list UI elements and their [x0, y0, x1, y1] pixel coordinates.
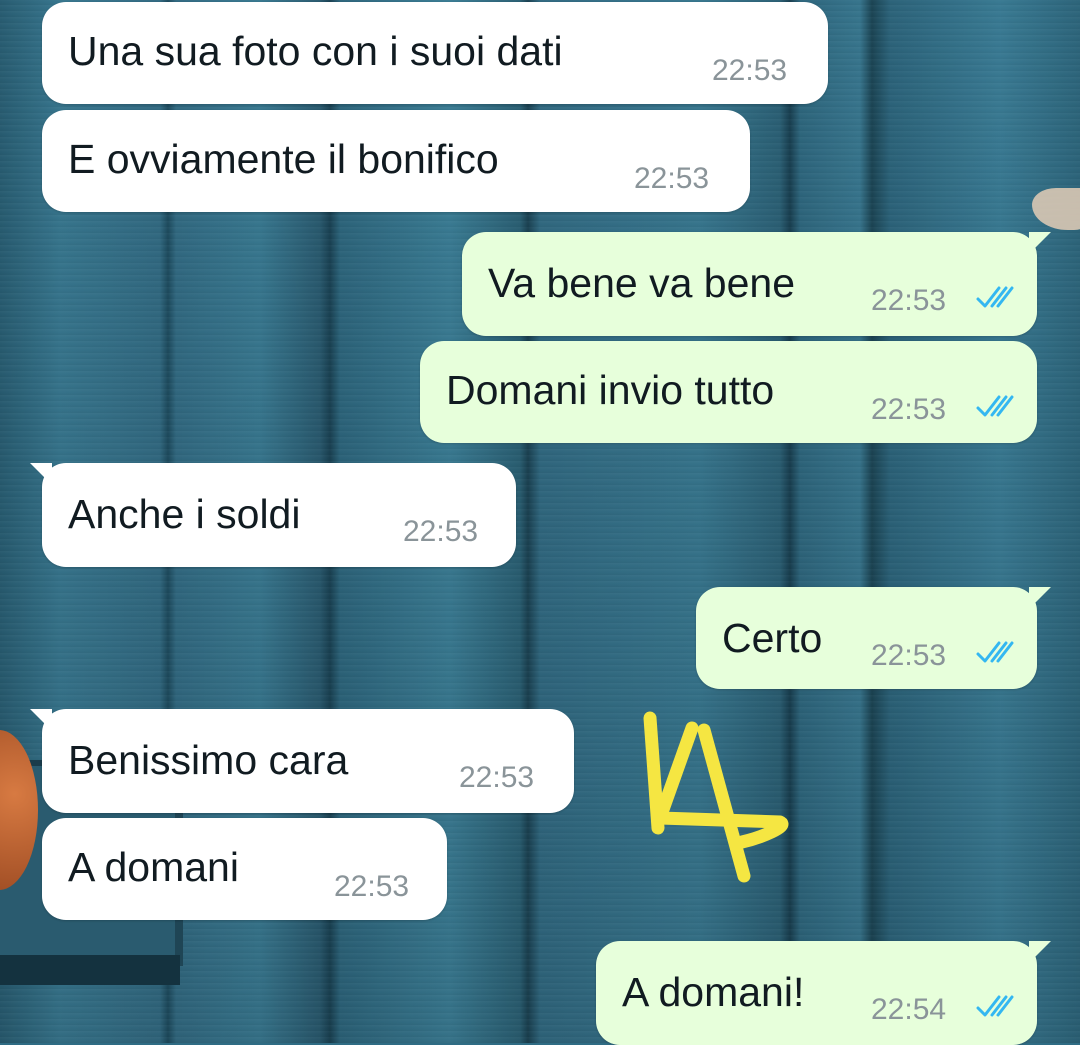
message-text: Certo [722, 615, 823, 661]
message-bubble-incoming[interactable]: E ovviamente il bonifico 22:53 [42, 110, 750, 212]
message-time: 22:53 [871, 393, 947, 426]
message-bubble-outgoing[interactable]: Va bene va bene 22:53 [462, 232, 1051, 336]
message-text: A domani! [622, 969, 805, 1015]
message-time: 22:53 [459, 761, 535, 794]
message-bubble-incoming[interactable]: A domani 22:53 [42, 818, 447, 920]
message-time: 22:54 [871, 993, 947, 1026]
message-bubble-outgoing[interactable]: Domani invio tutto 22:53 [420, 341, 1037, 443]
message-time: 22:53 [403, 515, 479, 548]
message-time: 22:53 [712, 54, 788, 87]
double-check-icon [976, 395, 1014, 417]
message-text: Anche i soldi [68, 491, 301, 537]
message-text: Domani invio tutto [446, 367, 775, 413]
message-text: E ovviamente il bonifico [68, 136, 499, 182]
double-check-icon [976, 995, 1014, 1017]
message-text: Benissimo cara [68, 737, 349, 783]
message-time: 22:53 [871, 284, 947, 317]
message-text: A domani [68, 844, 239, 890]
wallpaper-door-shadow [0, 955, 180, 985]
handwritten-annotation-14 [643, 711, 789, 883]
message-time: 22:53 [334, 870, 410, 903]
message-text: Una sua foto con i suoi dati [68, 28, 563, 74]
message-bubble-outgoing[interactable]: A domani! 22:54 [596, 941, 1051, 1045]
message-time: 22:53 [871, 639, 947, 672]
message-text: Va bene va bene [488, 260, 795, 306]
double-check-icon [976, 286, 1014, 308]
message-time: 22:53 [634, 162, 710, 195]
double-check-icon [976, 641, 1014, 663]
message-bubble-incoming[interactable]: Una sua foto con i suoi dati 22:53 [42, 2, 828, 104]
message-bubble-incoming[interactable]: Anche i soldi 22:53 [30, 463, 516, 567]
message-bubble-incoming[interactable]: Benissimo cara 22:53 [30, 709, 574, 813]
message-bubble-outgoing[interactable]: Certo 22:53 [696, 587, 1051, 689]
